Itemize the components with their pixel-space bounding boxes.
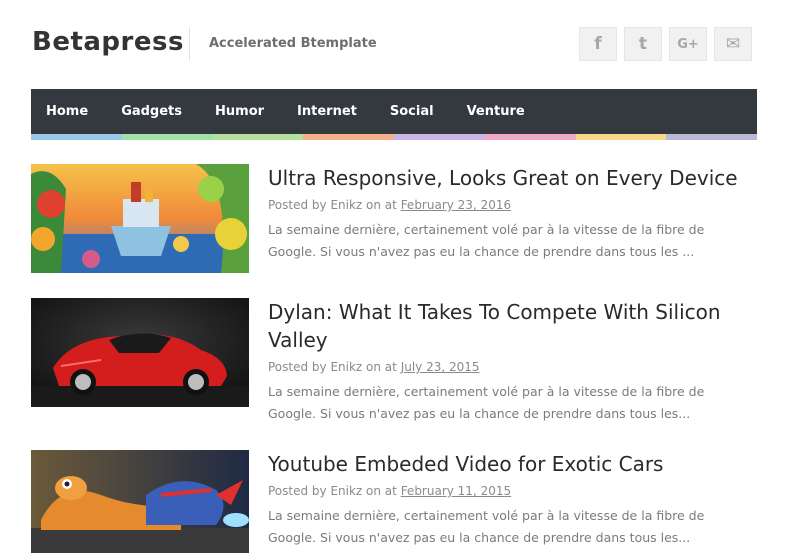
main-nav: Home Gadgets Humor Internet Social Ventu… [31, 89, 757, 134]
cartoon-boat-image[interactable] [31, 164, 249, 273]
post-date[interactable]: July 23, 2015 [401, 360, 480, 374]
nav-item-internet[interactable]: Internet [297, 104, 357, 119]
red-sports-car-image[interactable] [31, 298, 249, 407]
nav-stripe-segment [666, 134, 757, 140]
google-plus-icon[interactable]: G+ [669, 27, 707, 61]
nav-stripe-segment [394, 134, 485, 140]
nav-stripe-segment [303, 134, 394, 140]
nav-color-stripe [31, 134, 757, 140]
tumblr-icon[interactable]: t [624, 27, 662, 61]
post-title[interactable]: Youtube Embeded Video for Exotic Cars [268, 450, 753, 478]
post-date[interactable]: February 11, 2015 [401, 484, 511, 498]
nav-stripe-segment [575, 134, 667, 140]
site-logo[interactable]: Betapress [32, 27, 184, 57]
post-author: Posted by Enikz on at [268, 484, 401, 498]
post-title[interactable]: Ultra Responsive, Looks Great on Every D… [268, 164, 753, 192]
post-meta: Posted by Enikz on at February 11, 2015 [268, 484, 753, 498]
social-links: f t G+ ✉ [579, 27, 752, 61]
post-author: Posted by Enikz on at [268, 360, 401, 374]
nav-stripe-segment [121, 134, 213, 140]
nav-item-venture[interactable]: Venture [467, 104, 525, 119]
nav-item-humor[interactable]: Humor [215, 104, 264, 119]
post-excerpt: La semaine dernière, certainement volé p… [268, 384, 705, 421]
site-tagline: Accelerated Btemplate [209, 36, 377, 51]
post-meta: Posted by Enikz on at February 23, 2016 [268, 198, 753, 212]
site-header: Betapress Accelerated Btemplate f t G+ ✉ [0, 0, 789, 88]
email-icon[interactable]: ✉ [714, 27, 752, 61]
post-meta: Posted by Enikz on at July 23, 2015 [268, 360, 753, 374]
nav-item-home[interactable]: Home [46, 104, 88, 119]
post-title[interactable]: Dylan: What It Takes To Compete With Sil… [268, 298, 753, 354]
nav-stripe-segment [31, 134, 122, 140]
post-date[interactable]: February 23, 2016 [401, 198, 511, 212]
nav-stripe-segment [484, 134, 576, 140]
post-author: Posted by Enikz on at [268, 198, 401, 212]
facebook-icon[interactable]: f [579, 27, 617, 61]
post-excerpt: La semaine dernière, certainement volé p… [268, 222, 705, 259]
header-divider [189, 27, 190, 61]
nav-stripe-segment [212, 134, 304, 140]
racing-snail-image[interactable] [31, 450, 249, 553]
nav-item-social[interactable]: Social [390, 104, 434, 119]
post-excerpt: La semaine dernière, certainement volé p… [268, 508, 705, 545]
nav-item-gadgets[interactable]: Gadgets [121, 104, 182, 119]
